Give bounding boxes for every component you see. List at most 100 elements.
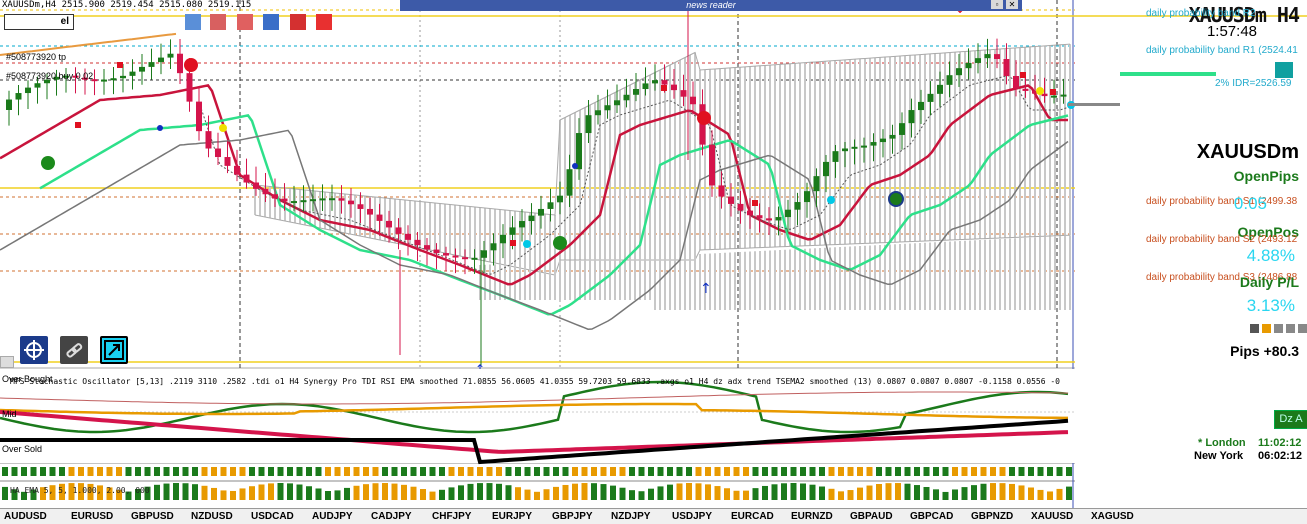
candle [680,90,687,97]
candle [918,101,924,111]
trend-bar [752,467,759,476]
trend-bar [895,467,901,476]
symbol-tab-eurcad[interactable]: EURCAD [731,511,774,522]
symbol-tab-eurusd[interactable]: EURUSD [71,511,113,522]
symbol-tab-gbpjpy[interactable]: GBPJPY [552,511,593,522]
status-dot [1274,324,1283,333]
inputs-button[interactable]: el [4,14,74,30]
ha-bar [885,483,892,500]
color-swatch-red[interactable] [210,14,226,30]
trend-bar [505,467,512,476]
trend-bar [857,467,863,476]
trend-bar [477,467,483,476]
expand-button[interactable] [100,336,128,364]
ha-bar [895,483,901,500]
candle [690,96,696,105]
ha-bar [714,486,721,500]
crosshair-icon [24,340,44,360]
candle [215,148,221,158]
ha-bar [534,491,540,500]
color-swatch-red4[interactable] [316,14,332,30]
symbol-tab-usdjpy[interactable]: USDJPY [672,511,712,522]
trend-bar [11,467,18,476]
candle [519,221,525,228]
news-reader-title: news reader [686,0,736,10]
ha-bar [391,483,398,500]
trend-bar [619,467,626,476]
ha-bar [163,483,170,500]
ha-bar [876,484,882,500]
symbol-tab-gbpusd[interactable]: GBPUSD [131,511,174,522]
signal-dot-red [184,58,198,72]
ha-bar [496,483,502,500]
ha-bar [1009,483,1015,500]
signal-square-red [510,240,516,246]
trend-bar [315,467,322,476]
crosshair-button[interactable] [20,336,48,364]
ha-bar [439,489,445,500]
window-restore-icon[interactable]: ▫ [991,0,1003,9]
trend-bar [657,467,664,476]
ha-bar [724,488,730,500]
ha-bar [771,484,778,500]
candle [1051,95,1057,98]
ha-bar [325,491,331,500]
trend-bar [296,467,303,476]
symbol-tab-usdcad[interactable]: USDCAD [251,511,294,522]
candle [110,78,117,81]
price-chart[interactable]: ↑↑↓ [0,0,1307,523]
trend-bar [382,467,388,476]
color-swatch-red3[interactable] [290,14,306,30]
trend-bar [999,467,1006,476]
symbol-tab-audusd[interactable]: AUDUSD [4,511,47,522]
color-swatch-red2[interactable] [237,14,253,30]
window-close-icon[interactable]: ✕ [1006,0,1018,9]
symbol-tab-cadjpy[interactable]: CADJPY [371,511,412,522]
symbol-tab-chfjpy[interactable]: CHFJPY [432,511,471,522]
ha-bar [952,489,958,500]
ha-bar [211,487,217,500]
symbol-tab-xauusd[interactable]: XAUUSD [1031,511,1073,522]
trend-bar [914,467,920,476]
news-reader-bar[interactable]: news reader ▫ ✕ [400,0,1022,11]
symbol-tab-nzdusd[interactable]: NZDUSD [191,511,233,522]
trend-bar [1056,467,1063,476]
candle [956,68,962,76]
ha-bar [648,488,654,500]
ha-bar [154,484,160,500]
trend-bar [534,467,540,476]
symbol-tab-gbpnzd[interactable]: GBPNZD [971,511,1013,522]
symbol-tab-audjpy[interactable]: AUDJPY [312,511,353,522]
signal-dot-blue [572,163,578,169]
link-button[interactable] [60,336,88,364]
trend-bar [401,467,407,476]
symbol-tab-xagusd[interactable]: XAGUSD [1091,511,1134,522]
ha-bar [192,484,198,500]
ha-bar [363,484,369,500]
ha-bar [353,485,360,500]
color-swatch-blue2[interactable] [263,14,279,30]
trend-bar [486,467,493,476]
trend-bar [980,467,987,476]
symbol-tab-eurnzd[interactable]: EURNZD [791,511,833,522]
ha-bar [800,483,806,500]
scroll-handle[interactable] [0,356,14,368]
trend-bar [790,467,797,476]
candle [329,198,335,201]
ha-bar [220,490,227,500]
symbol-tab-gbpaud[interactable]: GBPAUD [850,511,893,522]
trend-bar [211,467,217,476]
candle [937,84,943,94]
ha-bar [743,490,749,500]
symbol-tab-gbpcad[interactable]: GBPCAD [910,511,953,522]
candle [414,239,421,246]
trend-bar [762,467,768,476]
dz-badge[interactable]: Dz A [1274,410,1307,429]
symbol-tab-eurjpy[interactable]: EURJPY [492,511,532,522]
color-swatch-blue[interactable] [185,14,201,30]
ha-bar [515,487,521,500]
mid-label: Mid [2,409,17,419]
symbol-tab-nzdjpy[interactable]: NZDJPY [611,511,650,522]
candle [975,58,981,63]
ha-bar [667,484,673,500]
